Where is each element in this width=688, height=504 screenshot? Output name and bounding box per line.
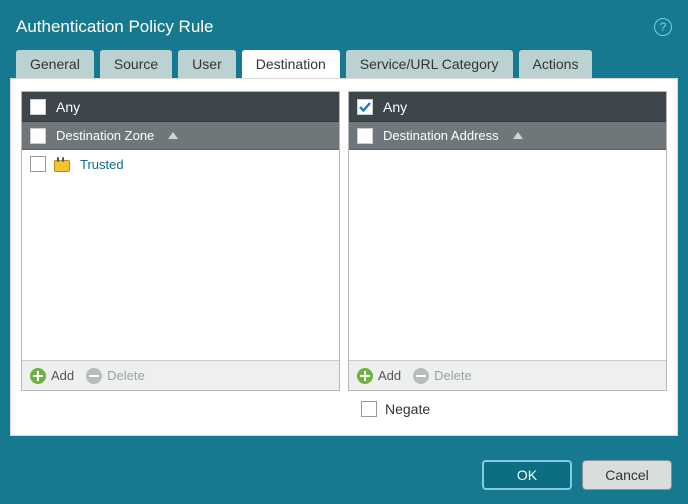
- select-all-checkbox-right[interactable]: [357, 128, 373, 144]
- panel-footer-right: Add Delete: [349, 360, 666, 390]
- minus-icon: [86, 368, 102, 384]
- panels: Any Destination Zone Trusted: [21, 91, 667, 391]
- column-header-right[interactable]: Destination Address: [349, 122, 666, 150]
- sort-ascending-icon: [168, 132, 178, 139]
- cancel-button[interactable]: Cancel: [582, 460, 672, 490]
- panel-footer-left: Add Delete: [22, 360, 339, 390]
- table-row[interactable]: Trusted: [22, 150, 339, 178]
- delete-label-right: Delete: [434, 368, 472, 383]
- tab-source[interactable]: Source: [100, 50, 172, 78]
- delete-button-right[interactable]: Delete: [413, 368, 472, 384]
- any-checkbox-right[interactable]: [357, 99, 373, 115]
- titlebar: Authentication Policy Rule ?: [0, 0, 688, 44]
- destination-zone-panel: Any Destination Zone Trusted: [21, 91, 340, 391]
- dialog-title: Authentication Policy Rule: [16, 17, 214, 37]
- negate-checkbox[interactable]: [361, 401, 377, 417]
- destination-address-panel: Any Destination Address Add: [348, 91, 667, 391]
- tab-user[interactable]: User: [178, 50, 236, 78]
- row-label: Trusted: [80, 157, 124, 172]
- add-button-left[interactable]: Add: [30, 368, 74, 384]
- help-icon[interactable]: ?: [654, 18, 672, 36]
- zone-list: Trusted: [22, 150, 339, 360]
- any-label-left: Any: [56, 99, 80, 115]
- tab-general[interactable]: General: [16, 50, 94, 78]
- negate-label: Negate: [385, 401, 430, 417]
- minus-icon: [413, 368, 429, 384]
- dialog-window: Authentication Policy Rule ? General Sou…: [0, 0, 688, 504]
- tab-actions[interactable]: Actions: [519, 50, 593, 78]
- column-header-left[interactable]: Destination Zone: [22, 122, 339, 150]
- ok-button[interactable]: OK: [482, 460, 572, 490]
- any-checkbox-left[interactable]: [30, 99, 46, 115]
- tabstrip: General Source User Destination Service/…: [0, 50, 688, 78]
- add-label-right: Add: [378, 368, 401, 383]
- column-label-left: Destination Zone: [56, 128, 154, 143]
- add-label-left: Add: [51, 368, 74, 383]
- add-button-right[interactable]: Add: [357, 368, 401, 384]
- dialog-buttons: OK Cancel: [482, 460, 672, 490]
- zone-icon: [54, 157, 72, 171]
- any-header-left: Any: [22, 92, 339, 122]
- delete-button-left[interactable]: Delete: [86, 368, 145, 384]
- plus-icon: [357, 368, 373, 384]
- tab-service-url-category[interactable]: Service/URL Category: [346, 50, 513, 78]
- any-header-right: Any: [349, 92, 666, 122]
- column-label-right: Destination Address: [383, 128, 499, 143]
- tab-content: Any Destination Zone Trusted: [10, 78, 678, 436]
- address-list: [349, 150, 666, 360]
- row-checkbox[interactable]: [30, 156, 46, 172]
- delete-label-left: Delete: [107, 368, 145, 383]
- tab-destination[interactable]: Destination: [242, 50, 340, 78]
- negate-row: Negate: [361, 401, 661, 417]
- sort-ascending-icon: [513, 132, 523, 139]
- plus-icon: [30, 368, 46, 384]
- any-label-right: Any: [383, 99, 407, 115]
- select-all-checkbox-left[interactable]: [30, 128, 46, 144]
